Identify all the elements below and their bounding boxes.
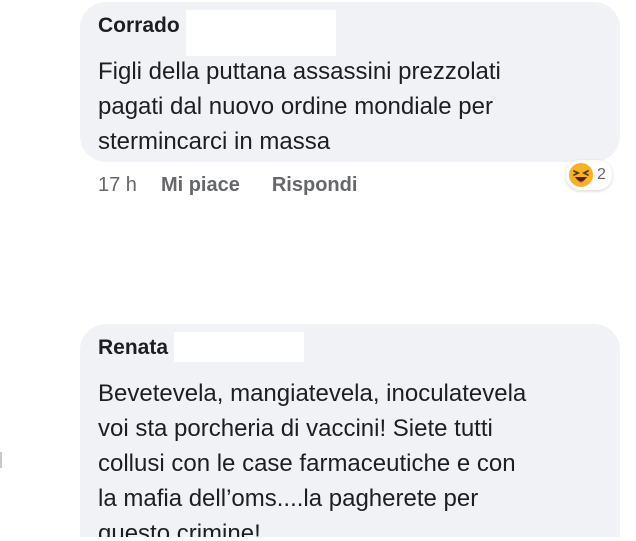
comment-text-line: stermincarci in massa [98,128,331,155]
comment-bubble: Corrado Figli della puttana assassini pr… [80,2,620,162]
reaction-count: 2 [597,166,606,183]
comment-text: Figli della puttana assassini prezzolati… [98,54,602,159]
comment-text-line: la mafia dell’oms....la pagherete per [98,485,479,512]
comment-text-line: Figli della puttana assassini prezzolati [98,58,501,85]
comment-author-name[interactable]: Corrado [98,14,180,38]
comment-text: Bevetevela, mangiatevela, inoculatevela … [98,376,602,541]
comment-text-line: collusi con le case farmaceutiche e con [98,450,516,477]
comment-header: Renata [98,332,602,376]
comment-header: Corrado [98,10,602,56]
comment-bubble: Renata Bevetevela, mangiatevela, inocula… [80,324,620,541]
like-button[interactable]: Mi piace [161,174,240,197]
comment-text-line: Bevetevela, mangiatevela, inoculatevela [98,380,527,407]
comment-author-name[interactable]: Renata [98,336,168,360]
name-redaction [174,332,305,362]
comment-text-line: voi sta porcheria di vaccini! Siete tutt… [98,415,493,442]
comment-timestamp[interactable]: 17 h [98,174,137,197]
comment-actions: 17 h Mi piace Rispondi [98,174,357,197]
haha-emoji-icon [569,163,593,187]
name-redaction [185,10,336,56]
comment-thread: Corrado Figli della puttana assassini pr… [0,0,636,541]
divider [0,452,2,468]
comment-text-line: pagati dal nuovo ordine mondiale per [98,93,493,120]
divider [0,537,636,541]
reply-button[interactable]: Rispondi [272,174,358,197]
reaction-summary[interactable]: 2 [566,160,612,190]
